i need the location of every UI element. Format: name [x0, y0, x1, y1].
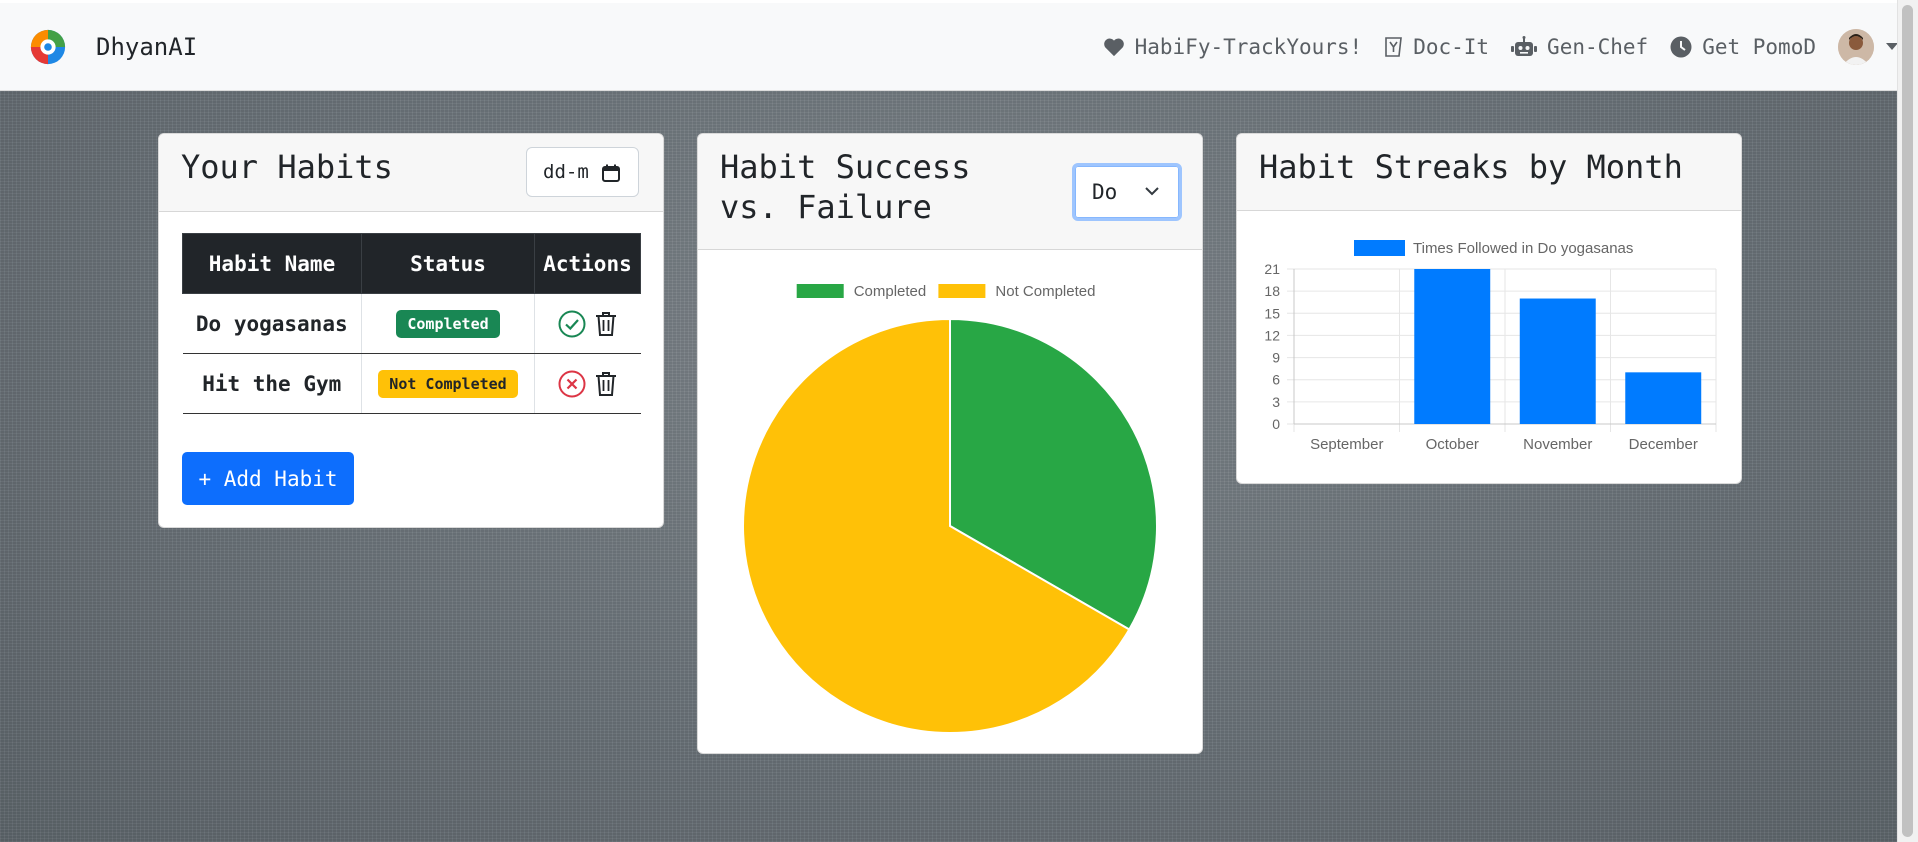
habits-table-header-row: Habit Name Status Actions — [182, 233, 641, 294]
nav-genchef-label: Gen-Chef — [1547, 34, 1649, 59]
trash-icon[interactable] — [595, 371, 617, 397]
actions-cell — [534, 353, 641, 414]
x-circle-icon[interactable] — [558, 370, 586, 398]
y-tick-label: 18 — [1264, 283, 1280, 299]
bar — [1519, 298, 1596, 424]
y-tick-label: 21 — [1264, 261, 1280, 277]
trash-icon[interactable] — [595, 311, 617, 337]
y-tick-label: 3 — [1272, 394, 1280, 410]
scrollbar-thumb[interactable] — [1902, 5, 1913, 837]
page-scrollbar[interactable] — [1897, 0, 1918, 842]
pie-card-header: Habit Success vs. Failure Do — [698, 134, 1202, 250]
y-tick-label: 6 — [1272, 372, 1280, 388]
heart-icon — [1103, 38, 1124, 56]
bar-chart: Times Followed in Do yogasanas 0 3 6 9 12 15 18… — [1264, 240, 1717, 453]
clock-icon — [1670, 36, 1692, 57]
y-tick-label: 15 — [1264, 305, 1280, 321]
habits-card: Your Habits dd-m Habit Name Status Actio… — [158, 133, 664, 528]
legend-label: Not Completed — [995, 283, 1095, 300]
x-tick-label: November — [1523, 436, 1592, 453]
pie-title: Habit Success vs. Failure — [720, 148, 971, 226]
y-box-icon — [1385, 36, 1403, 57]
avatar[interactable] — [1838, 28, 1874, 65]
nav-docit-label: Doc-It — [1413, 34, 1490, 59]
table-row: Do yogasanas Completed — [182, 293, 641, 354]
nav-pomod-label: Get PomoD — [1702, 34, 1816, 59]
habit-name: Hit the Gym — [182, 353, 362, 414]
habits-table: Habit Name Status Actions Do yogasanas C… — [182, 233, 641, 414]
nav-links: HabiFy-TrackYours! Doc-It Gen-Chef Get P… — [1081, 3, 1898, 90]
nav-pomod-link[interactable]: Get PomoD — [1670, 35, 1816, 59]
navbar: DhyanAI HabiFy-TrackYours! Doc-It Gen-Ch… — [0, 3, 1898, 91]
logo-icon — [30, 29, 66, 64]
bar-card-header: Habit Streaks by Month — [1237, 134, 1741, 211]
y-tick-label: 0 — [1272, 416, 1280, 432]
nav-habify-link[interactable]: HabiFy-TrackYours! — [1103, 34, 1363, 59]
legend-label: Times Followed in Do yogasanas — [1413, 240, 1633, 257]
nav-genchef-link[interactable]: Gen-Chef — [1511, 35, 1648, 59]
robot-icon — [1511, 35, 1538, 56]
bar — [1625, 372, 1702, 424]
habits-title: Your Habits — [181, 148, 393, 186]
x-tick-label: December — [1629, 436, 1698, 453]
check-circle-icon[interactable] — [558, 310, 586, 338]
habit-select-value: Do — [1092, 180, 1118, 204]
bar-title: Habit Streaks by Month — [1259, 148, 1683, 186]
actions-cell — [534, 293, 641, 354]
bar — [1414, 269, 1491, 424]
legend-swatch — [938, 284, 986, 298]
pie-chart: Completed Not Completed — [742, 283, 1158, 734]
calendar-icon[interactable] — [602, 164, 620, 182]
legend-swatch — [796, 284, 844, 298]
chevron-down-icon — [1145, 187, 1159, 196]
brand[interactable]: DhyanAI — [29, 28, 197, 66]
nav-docit-link[interactable]: Doc-It — [1384, 35, 1489, 59]
col-habit-name: Habit Name — [182, 233, 362, 294]
col-status: Status — [361, 233, 535, 294]
date-input-placeholder: dd-m — [543, 161, 589, 183]
y-tick-label: 9 — [1272, 350, 1280, 366]
status-cell: Completed — [361, 293, 535, 354]
status-cell: Not Completed — [361, 353, 535, 414]
brand-name: DhyanAI — [96, 32, 198, 61]
legend-label: Completed — [854, 283, 927, 300]
table-row: Hit the Gym Not Completed — [182, 353, 641, 414]
legend-swatch — [1354, 240, 1405, 256]
x-tick-label: October — [1426, 436, 1479, 453]
status-badge: Not Completed — [378, 369, 518, 398]
col-actions: Actions — [534, 233, 641, 294]
x-tick-label: September — [1310, 436, 1383, 453]
y-tick-label: 12 — [1264, 327, 1280, 343]
bar-card: Habit Streaks by Month Times Followed in… — [1236, 133, 1742, 484]
habits-card-header: Your Habits dd-m — [159, 134, 663, 212]
add-habit-button[interactable]: + Add Habit — [182, 452, 354, 505]
date-input[interactable]: dd-m — [526, 147, 639, 197]
pie-card: Habit Success vs. Failure Do Completed No… — [697, 133, 1203, 754]
status-badge: Completed — [396, 309, 500, 338]
nav-habify-label: HabiFy-TrackYours! — [1134, 34, 1363, 59]
habit-name: Do yogasanas — [182, 293, 362, 354]
habit-select[interactable]: Do — [1072, 163, 1182, 221]
